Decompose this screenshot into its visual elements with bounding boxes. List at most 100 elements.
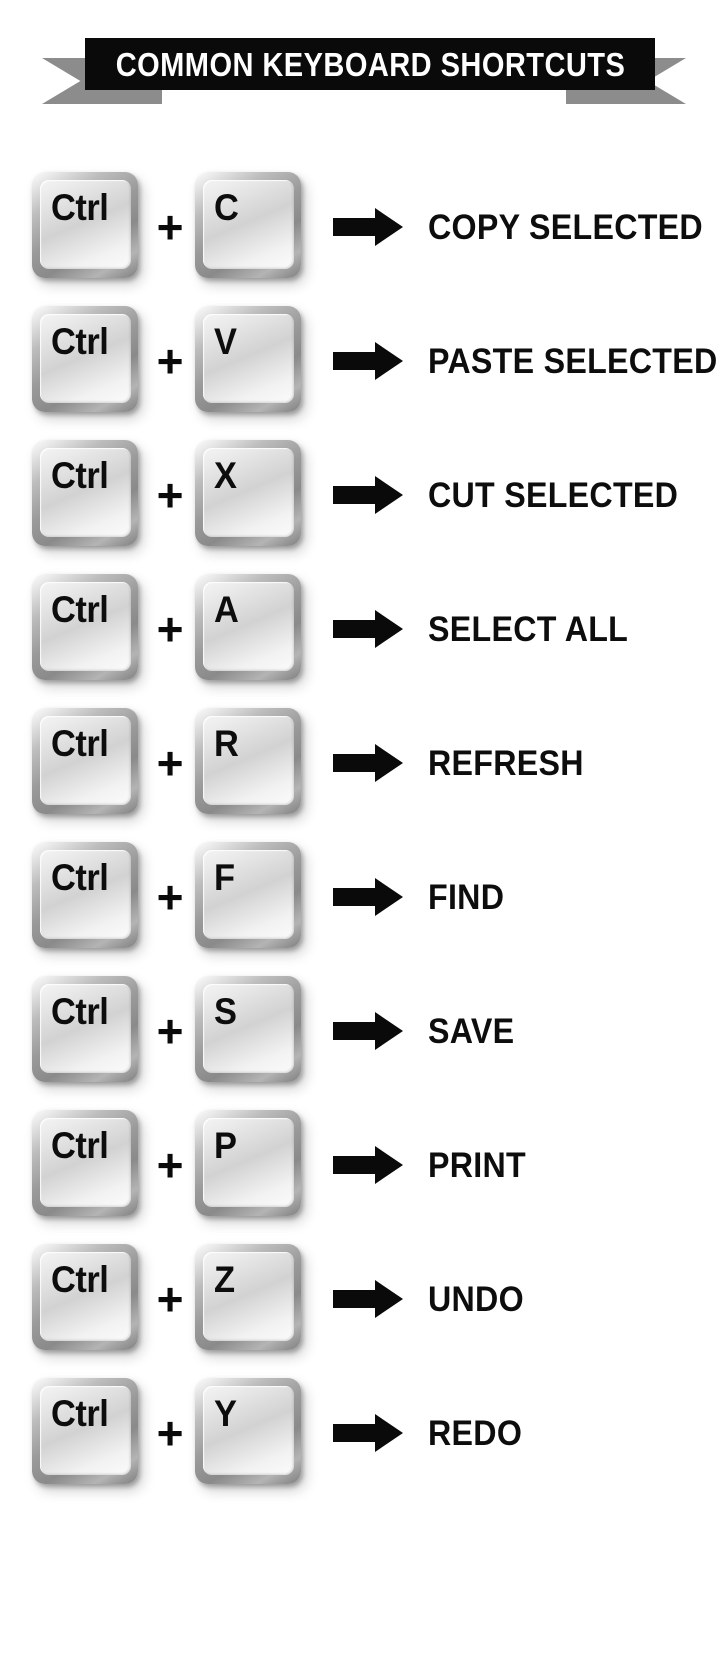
page-title: COMMON KEYBOARD SHORTCUTS (115, 45, 625, 83)
title-banner: COMMON KEYBOARD SHORTCUTS (0, 0, 728, 130)
keycap-face: P (203, 1118, 294, 1207)
modifier-key[interactable]: Ctrl (32, 306, 138, 412)
keycap-face: X (203, 448, 294, 537)
arrow-right-icon (333, 744, 403, 782)
keycap-face: Z (203, 1252, 294, 1341)
letter-key[interactable]: V (195, 306, 301, 412)
letter-key[interactable]: S (195, 976, 301, 1082)
arrow-right-icon (333, 208, 403, 246)
arrow-right-icon (333, 1414, 403, 1452)
action-label: SELECT ALL (428, 609, 629, 649)
plus-icon: + (156, 1273, 184, 1325)
action-label: COPY SELECTED (428, 207, 703, 247)
keycap-face: Ctrl (40, 180, 131, 269)
shortcut-row: Ctrl + R REFRESH (0, 696, 728, 830)
modifier-key[interactable]: Ctrl (32, 1110, 138, 1216)
modifier-key-label: Ctrl (51, 589, 109, 630)
letter-key[interactable]: C (195, 172, 301, 278)
letter-key[interactable]: F (195, 842, 301, 948)
action-label: REFRESH (428, 743, 584, 783)
shortcut-row: Ctrl + F FIND (0, 830, 728, 964)
letter-key[interactable]: P (195, 1110, 301, 1216)
plus-icon: + (156, 1139, 184, 1191)
keycap-face: Y (203, 1386, 294, 1475)
keycap-face: Ctrl (40, 850, 131, 939)
keycap-face: Ctrl (40, 1118, 131, 1207)
modifier-key[interactable]: Ctrl (32, 172, 138, 278)
keycap-face: C (203, 180, 294, 269)
action-label: FIND (428, 877, 505, 917)
letter-key[interactable]: R (195, 708, 301, 814)
plus-icon: + (156, 335, 184, 387)
shortcut-row: Ctrl + Z UNDO (0, 1232, 728, 1366)
shortcut-row: Ctrl + Y REDO (0, 1366, 728, 1500)
shortcut-row: Ctrl + C COPY SELECTED (0, 160, 728, 294)
action-label: PRINT (428, 1145, 526, 1185)
plus-icon: + (156, 469, 184, 521)
modifier-key-label: Ctrl (51, 857, 109, 898)
keycap-face: F (203, 850, 294, 939)
action-label: CUT SELECTED (428, 475, 679, 515)
shortcut-row: Ctrl + P PRINT (0, 1098, 728, 1232)
arrow-right-icon (333, 1146, 403, 1184)
banner-plate: COMMON KEYBOARD SHORTCUTS (85, 38, 655, 90)
modifier-key-label: Ctrl (51, 1125, 109, 1166)
action-label: PASTE SELECTED (428, 341, 718, 381)
modifier-key[interactable]: Ctrl (32, 842, 138, 948)
keycap-face: Ctrl (40, 1386, 131, 1475)
modifier-key[interactable]: Ctrl (32, 1378, 138, 1484)
arrow-right-icon (333, 610, 403, 648)
keycap-face: Ctrl (40, 448, 131, 537)
modifier-key[interactable]: Ctrl (32, 574, 138, 680)
shortcut-list: Ctrl + C COPY SELECTED Ctrl + V PASTE SELECTED C… (0, 160, 728, 1500)
letter-key-label: P (214, 1125, 237, 1166)
letter-key-label: S (214, 991, 237, 1032)
letter-key-label: F (214, 857, 235, 898)
arrow-right-icon (333, 476, 403, 514)
keycap-face: Ctrl (40, 1252, 131, 1341)
modifier-key[interactable]: Ctrl (32, 1244, 138, 1350)
modifier-key-label: Ctrl (51, 723, 109, 764)
modifier-key-label: Ctrl (51, 1393, 109, 1434)
plus-icon: + (156, 871, 184, 923)
keycap-face: A (203, 582, 294, 671)
letter-key-label: V (214, 321, 237, 362)
shortcut-row: Ctrl + S SAVE (0, 964, 728, 1098)
arrow-right-icon (333, 1012, 403, 1050)
modifier-key-label: Ctrl (51, 991, 109, 1032)
action-label: UNDO (428, 1279, 524, 1319)
letter-key[interactable]: Z (195, 1244, 301, 1350)
plus-icon: + (156, 1005, 184, 1057)
modifier-key[interactable]: Ctrl (32, 708, 138, 814)
modifier-key-label: Ctrl (51, 1259, 109, 1300)
keycap-face: Ctrl (40, 582, 131, 671)
letter-key-label: C (214, 187, 239, 228)
arrow-right-icon (333, 1280, 403, 1318)
plus-icon: + (156, 603, 184, 655)
keycap-face: R (203, 716, 294, 805)
arrow-right-icon (333, 342, 403, 380)
plus-icon: + (156, 1407, 184, 1459)
action-label: REDO (428, 1413, 523, 1453)
shortcut-row: Ctrl + V PASTE SELECTED (0, 294, 728, 428)
letter-key-label: R (214, 723, 239, 764)
modifier-key[interactable]: Ctrl (32, 976, 138, 1082)
arrow-right-icon (333, 878, 403, 916)
shortcut-row: Ctrl + X CUT SELECTED (0, 428, 728, 562)
letter-key-label: X (214, 455, 237, 496)
keycap-face: Ctrl (40, 314, 131, 403)
action-label: SAVE (428, 1011, 515, 1051)
letter-key[interactable]: X (195, 440, 301, 546)
letter-key[interactable]: A (195, 574, 301, 680)
keycap-face: S (203, 984, 294, 1073)
modifier-key-label: Ctrl (51, 455, 109, 496)
modifier-key-label: Ctrl (51, 321, 109, 362)
plus-icon: + (156, 737, 184, 789)
keycap-face: V (203, 314, 294, 403)
letter-key[interactable]: Y (195, 1378, 301, 1484)
keycap-face: Ctrl (40, 716, 131, 805)
letter-key-label: Y (214, 1393, 237, 1434)
modifier-key[interactable]: Ctrl (32, 440, 138, 546)
modifier-key-label: Ctrl (51, 187, 109, 228)
letter-key-label: Z (214, 1259, 235, 1300)
